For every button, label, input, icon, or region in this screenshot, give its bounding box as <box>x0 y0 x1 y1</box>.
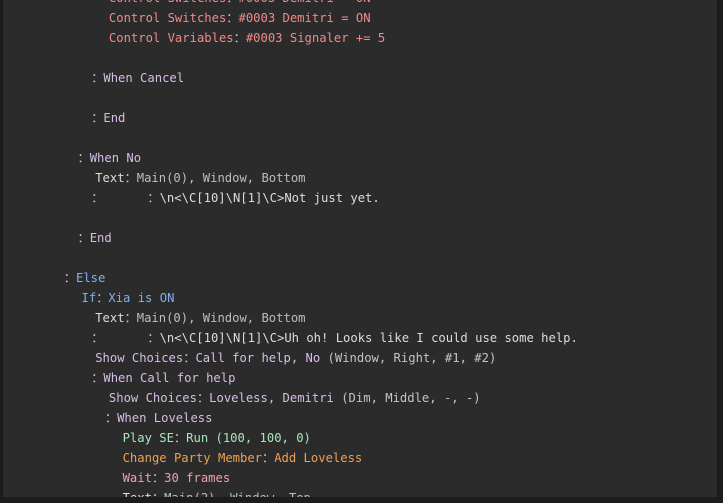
command-text: Show Choices <box>95 351 184 365</box>
command-text: End <box>89 231 112 245</box>
branch-colon-marker: ： <box>91 111 104 125</box>
command-text: If <box>81 291 97 305</box>
command-text: Control Variables <box>108 31 234 45</box>
command-text: (Dim, Middle, -, -) <box>341 391 481 405</box>
command-text: ： <box>124 171 137 185</box>
command-text: ： <box>196 391 210 405</box>
command-text: ： <box>183 351 196 365</box>
command-text: Wait <box>122 471 152 485</box>
event-command-row[interactable]: ：When No <box>3 148 717 168</box>
branch-colon-marker: ： <box>104 411 118 425</box>
event-command-row[interactable]: Control Switches：#0003 Demitri = ON <box>3 8 717 28</box>
event-command-row[interactable]: Text：Main(0), Window, Bottom <box>3 168 717 188</box>
command-text: Play SE <box>122 431 174 445</box>
command-text: When Call for help <box>103 371 236 385</box>
event-command-row[interactable]: Control Variables：#0003 Signaler += 5 <box>3 28 717 48</box>
event-command-row[interactable]: ：When Cancel <box>3 68 717 88</box>
left-border <box>0 0 3 503</box>
bottom-border <box>0 497 723 503</box>
command-text: Xia is ON <box>108 291 175 305</box>
command-text: Control Switches <box>108 11 227 25</box>
command-text: ： <box>226 11 239 25</box>
command-text: \n<\C[10]\N[1]\C>Uh oh! Looks like I cou… <box>159 331 578 345</box>
command-text: Else <box>75 271 106 285</box>
command-text: ： <box>147 331 160 345</box>
command-text: Loveless, Demitri <box>209 391 342 405</box>
event-command-row[interactable]: Change Party Member：Add Loveless <box>3 448 717 468</box>
command-text: ： <box>147 191 160 205</box>
event-command-row[interactable]: ：When Loveless <box>3 408 717 428</box>
event-command-row[interactable] <box>3 88 717 108</box>
event-command-row[interactable]: ：Else <box>3 268 717 288</box>
command-text: When Loveless <box>117 411 213 425</box>
event-command-row[interactable]: ：End <box>3 108 717 128</box>
branch-colon-marker: ： <box>77 151 90 165</box>
command-text: Text <box>95 171 125 185</box>
event-command-row[interactable]: ：End <box>3 228 717 248</box>
command-text: \n<\C[10]\N[1]\C>Not just yet. <box>159 191 380 205</box>
command-text: Change Party Member <box>122 451 263 465</box>
command-text: 30 frames <box>164 471 231 485</box>
branch-colon-marker: ： <box>91 191 104 205</box>
command-text: Run (100, 100, 0) <box>186 431 311 445</box>
event-command-list[interactable]: Control Switches：#0003 Demitri = ON Contr… <box>3 0 717 497</box>
command-text: Add Loveless <box>274 451 363 465</box>
command-text: Show Choices <box>108 391 197 405</box>
command-text: ： <box>124 311 137 325</box>
command-text: ： <box>233 31 246 45</box>
event-command-row[interactable]: Play SE：Run (100, 100, 0) <box>3 428 717 448</box>
command-text: When No <box>89 151 142 165</box>
event-editor-window: Control Switches：#0003 Demitri = ON Contr… <box>0 0 723 503</box>
right-border <box>717 0 723 503</box>
command-text: ： <box>262 451 275 465</box>
command-text: (Window, Right, #1, #2) <box>327 351 497 365</box>
event-command-row[interactable]: Show Choices：Call for help, No (Window, … <box>3 348 717 368</box>
command-text: Text <box>95 311 125 325</box>
branch-colon-marker: ： <box>91 371 104 385</box>
command-text <box>103 331 147 345</box>
branch-colon-marker: ： <box>63 271 76 285</box>
event-command-row[interactable]: Wait：30 frames <box>3 468 717 488</box>
branch-colon-marker: ： <box>91 331 104 345</box>
event-command-row[interactable]: If：Xia is ON <box>3 288 717 308</box>
branch-colon-marker: ： <box>91 71 104 85</box>
event-command-row[interactable] <box>3 248 717 268</box>
event-command-row[interactable] <box>3 208 717 228</box>
event-command-row[interactable] <box>3 128 717 148</box>
command-text: Call for help, No <box>195 351 328 365</box>
command-text: #0003 Demitri = ON <box>238 0 370 5</box>
command-text: ： <box>226 0 238 5</box>
command-text: #0003 Demitri = ON <box>238 11 371 25</box>
event-command-row[interactable]: Control Switches：#0003 Demitri = ON <box>3 0 717 8</box>
event-command-row[interactable]: ： ：\n<\C[10]\N[1]\C>Not just yet. <box>3 188 717 208</box>
event-command-row[interactable]: Show Choices：Loveless, Demitri (Dim, Mid… <box>3 388 717 408</box>
command-text <box>103 191 147 205</box>
command-text: When Cancel <box>103 71 185 85</box>
command-text: ： <box>173 431 187 445</box>
command-text: ： <box>96 291 109 305</box>
event-command-row[interactable]: Text：Main(2), Window, Top <box>3 488 717 497</box>
command-text: ： <box>151 471 165 485</box>
branch-colon-marker: ： <box>77 231 90 245</box>
command-text: Main(0), Window, Bottom <box>136 311 306 325</box>
command-text: End <box>103 111 126 125</box>
event-command-row[interactable]: ：When Call for help <box>3 368 717 388</box>
event-command-row[interactable]: ： ：\n<\C[10]\N[1]\C>Uh oh! Looks like I … <box>3 328 717 348</box>
command-text: Main(0), Window, Bottom <box>136 171 306 185</box>
command-text: #0003 Signaler += 5 <box>245 31 386 45</box>
event-command-row[interactable]: Text：Main(0), Window, Bottom <box>3 308 717 328</box>
event-command-row[interactable] <box>3 48 717 68</box>
command-text: Control Switches <box>109 0 226 5</box>
